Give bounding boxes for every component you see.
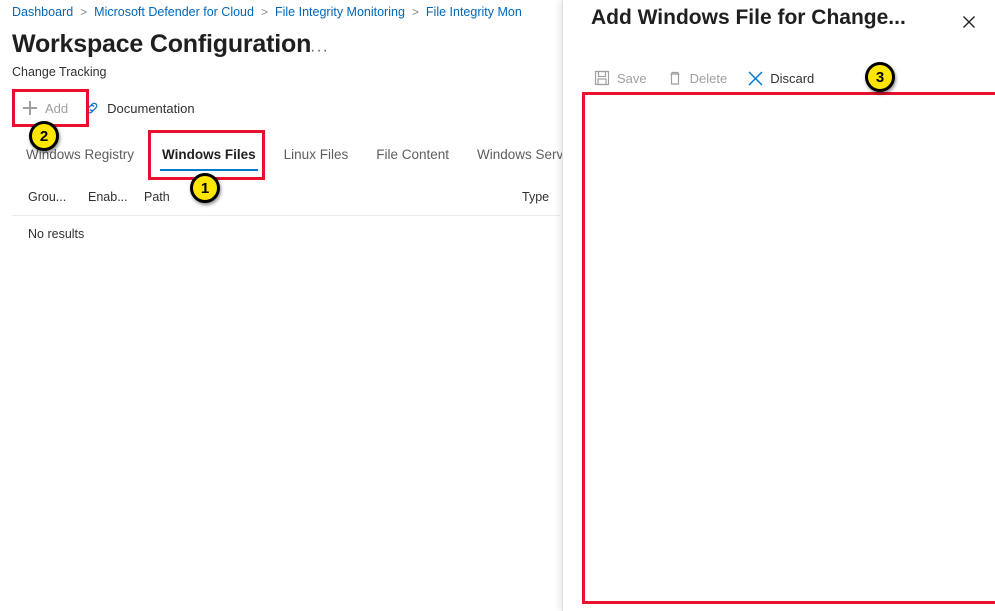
breadcrumb-item-dashboard[interactable]: Dashboard [12, 5, 73, 19]
column-header-path[interactable]: Path [144, 190, 170, 204]
page-subtitle: Change Tracking [12, 65, 107, 79]
tab-windows-files[interactable]: Windows Files [148, 147, 270, 171]
callout-badge-1: 1 [190, 173, 220, 203]
table-empty-message: No results [28, 227, 85, 241]
close-icon[interactable] [955, 8, 983, 36]
breadcrumb: Dashboard > Microsoft Defender for Cloud… [12, 5, 522, 19]
x-icon [746, 69, 764, 87]
discard-button-label: Discard [770, 70, 815, 86]
link-icon [84, 100, 100, 116]
page-more-options-button[interactable]: ··· [310, 42, 329, 60]
add-button-label: Add [45, 100, 69, 116]
column-header-enabled[interactable]: Enab... [88, 190, 128, 204]
breadcrumb-item-file-integrity-monitoring[interactable]: File Integrity Monitoring [275, 5, 405, 19]
save-button[interactable]: Save [591, 64, 656, 92]
breadcrumb-separator-icon: > [411, 5, 419, 19]
delete-button[interactable]: Delete [664, 64, 737, 92]
column-header-group[interactable]: Grou... [28, 190, 66, 204]
page-title: Workspace Configuration [12, 30, 312, 58]
callout-badge-2: 2 [29, 121, 59, 151]
panel-toolbar: Save Delete Discard [591, 64, 831, 92]
table-header-row: Grou... Enab... Path Type [12, 190, 560, 216]
delete-button-label: Delete [689, 70, 728, 86]
tab-windows-registry[interactable]: Windows Registry [12, 147, 148, 171]
add-button[interactable]: Add [14, 94, 76, 122]
application-window: Dashboard > Microsoft Defender for Cloud… [0, 0, 995, 611]
tab-linux-files[interactable]: Linux Files [270, 147, 363, 171]
tab-file-content[interactable]: File Content [362, 147, 463, 171]
breadcrumb-separator-icon: > [260, 5, 268, 19]
documentation-button[interactable]: Documentation [76, 94, 202, 122]
add-windows-file-panel: Add Windows File for Change... Save Dele… [562, 0, 995, 611]
breadcrumb-item-defender-for-cloud[interactable]: Microsoft Defender for Cloud [94, 5, 254, 19]
discard-button[interactable]: Discard [744, 64, 823, 92]
panel-title: Add Windows File for Change... [591, 6, 906, 29]
documentation-button-label: Documentation [107, 100, 195, 116]
breadcrumb-item-file-integrity-mon[interactable]: File Integrity Mon [426, 5, 522, 19]
plus-icon [22, 100, 38, 116]
save-button-label: Save [617, 70, 647, 86]
column-header-type[interactable]: Type [522, 190, 549, 204]
page-toolbar: Add Documentation [14, 94, 203, 122]
trash-icon [666, 69, 684, 87]
save-icon [593, 69, 611, 87]
tab-bar: Windows Registry Windows Files Linux Fil… [12, 137, 601, 171]
breadcrumb-separator-icon: > [80, 5, 88, 19]
callout-badge-3: 3 [865, 62, 895, 92]
